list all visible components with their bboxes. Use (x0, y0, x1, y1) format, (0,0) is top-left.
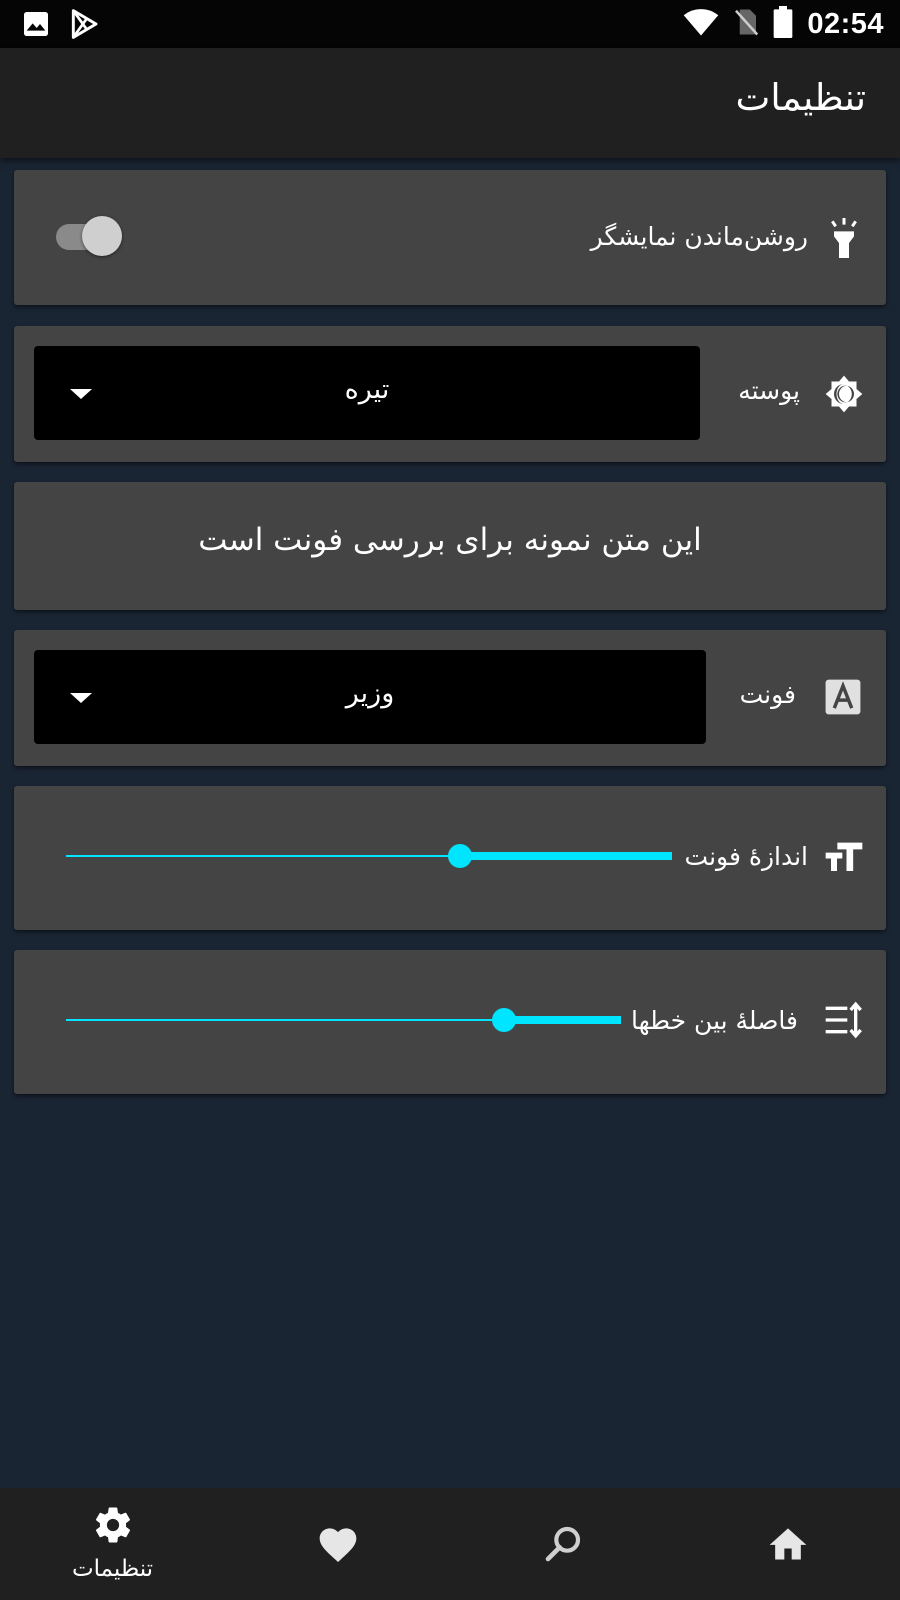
font-size-card: اندازهٔ فونت (14, 786, 886, 930)
font-sample-text: این متن نمونه برای بررسی فونت است (198, 522, 702, 558)
page-title: تنظیمات (735, 76, 866, 119)
image-icon (20, 8, 52, 44)
status-bar: 02:54 (0, 0, 900, 48)
slider-track-inactive (66, 1019, 504, 1021)
theme-card: پوسته تیره (14, 326, 886, 462)
heart-icon (319, 1528, 356, 1562)
font-selected-value: وزیر (345, 678, 395, 709)
line-spacing-icon (824, 1000, 864, 1040)
battery-icon (773, 6, 793, 42)
wifi-icon (683, 7, 719, 41)
app-bar: تنظیمات (0, 48, 900, 158)
nav-item-favorites[interactable] (225, 1488, 450, 1600)
no-sim-icon (733, 7, 759, 41)
nav-item-search[interactable] (450, 1488, 675, 1600)
dropdown-arrow-icon (70, 693, 92, 703)
nav-item-home[interactable] (675, 1488, 900, 1600)
keep-screen-on-card: روشن‌ماندن نمایشگر (14, 170, 886, 305)
slider-track-active (504, 1016, 621, 1024)
gear-icon (95, 1507, 130, 1543)
keep-screen-on-toggle[interactable] (56, 216, 122, 256)
font-dropdown[interactable]: وزیر (34, 650, 706, 744)
status-time: 02:54 (807, 7, 884, 40)
line-spacing-label: فاصلهٔ بین خطها (630, 1006, 798, 1035)
nav-item-settings[interactable]: تنظیمات (0, 1488, 225, 1600)
play-store-icon (68, 8, 100, 44)
home-icon (769, 1528, 806, 1560)
font-size-slider[interactable] (66, 786, 672, 926)
flashlight-icon (824, 216, 864, 258)
nav-label-settings: تنظیمات (71, 1556, 154, 1582)
font-card: فونت وزیر (14, 630, 886, 766)
slider-thumb[interactable] (492, 1008, 516, 1032)
font-letter-icon (824, 678, 864, 718)
slider-track-active (460, 852, 672, 860)
slider-track-inactive (66, 855, 460, 857)
font-label: فونت (739, 680, 796, 709)
bottom-navigation: تنظیمات (0, 1488, 900, 1600)
line-spacing-slider[interactable] (66, 950, 621, 1090)
text-size-icon (824, 836, 864, 876)
theme-selected-value: تیره (344, 374, 390, 405)
dropdown-arrow-icon (70, 389, 92, 399)
brightness-icon (824, 374, 864, 414)
keep-screen-on-label: روشن‌ماندن نمایشگر (590, 222, 808, 251)
font-preview-card: این متن نمونه برای بررسی فونت است (14, 482, 886, 610)
line-spacing-card: فاصلهٔ بین خطها (14, 950, 886, 1094)
search-icon (545, 1526, 580, 1562)
toggle-thumb (82, 216, 122, 256)
slider-thumb[interactable] (448, 844, 472, 868)
font-size-label: اندازهٔ فونت (684, 842, 808, 871)
theme-dropdown[interactable]: تیره (34, 346, 700, 440)
theme-label: پوسته (738, 376, 800, 405)
